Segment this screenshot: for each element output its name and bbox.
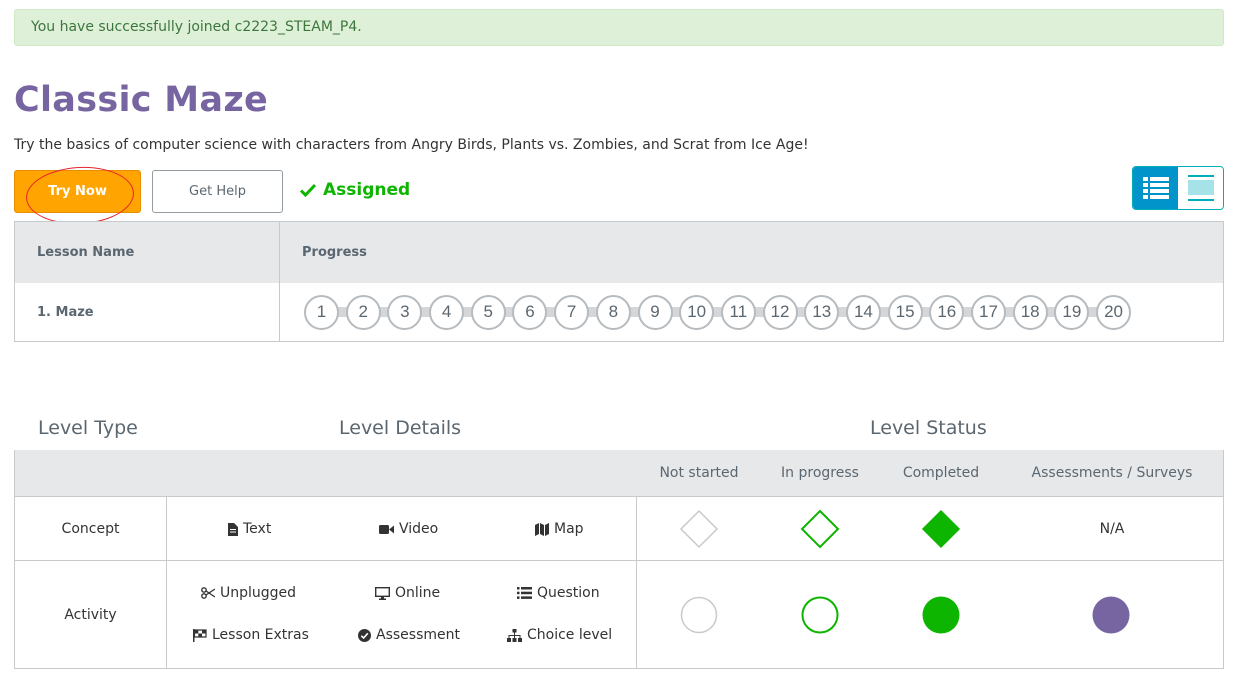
lesson-name-header: Lesson Name bbox=[15, 222, 280, 283]
progress-table-header: Lesson Name Progress bbox=[15, 222, 1223, 283]
completed-header: Completed bbox=[902, 465, 980, 481]
lesson-row: 1. Maze 1 2 3 4 5 6 7 8 9 10 11 12 13 14 15 16 17 18 19 20 bbox=[15, 283, 1223, 341]
in-progress-diamond bbox=[800, 509, 840, 549]
assessment-circle bbox=[1092, 596, 1130, 634]
assessment-item: Assessment bbox=[358, 627, 460, 643]
level-bubble[interactable]: 9 bbox=[637, 294, 673, 330]
unplugged-item: Unplugged bbox=[201, 585, 296, 601]
not-started-header: Not started bbox=[659, 465, 739, 481]
level-bubble[interactable]: 12 bbox=[762, 294, 798, 330]
level-bubble[interactable]: 7 bbox=[554, 294, 590, 330]
not-started-diamond bbox=[679, 509, 719, 549]
level-bubble[interactable]: 8 bbox=[595, 294, 631, 330]
assigned-label: Assigned bbox=[323, 180, 411, 200]
concept-assessment-na: N/A bbox=[1099, 520, 1125, 537]
assessments-header: Assessments / Surveys bbox=[1031, 465, 1193, 481]
completed-diamond bbox=[921, 509, 961, 549]
concept-row: Concept Text Video Map N/A bbox=[15, 496, 1223, 560]
level-bubble[interactable]: 5 bbox=[470, 294, 506, 330]
page-title: Classic Maze bbox=[14, 80, 269, 120]
question-item: Question bbox=[517, 585, 600, 601]
concept-label: Concept bbox=[61, 520, 120, 537]
key-table-header: Not started In progress Completed Assess… bbox=[15, 450, 1223, 496]
list-detail-icon bbox=[1142, 177, 1169, 199]
map-icon bbox=[535, 522, 549, 536]
level-bubble[interactable]: 4 bbox=[429, 294, 465, 330]
not-started-circle bbox=[680, 596, 718, 634]
success-alert: You have successfully joined c2223_STEAM… bbox=[14, 9, 1224, 46]
level-bubble[interactable]: 19 bbox=[1054, 294, 1090, 330]
try-now-button[interactable]: Try Now bbox=[14, 170, 141, 213]
level-bubble[interactable]: 13 bbox=[804, 294, 840, 330]
list-summary-icon bbox=[1187, 175, 1214, 201]
level-bubble[interactable]: 16 bbox=[929, 294, 965, 330]
level-bubble[interactable]: 17 bbox=[971, 294, 1006, 330]
in-progress-header: In progress bbox=[781, 465, 859, 481]
sitemap-icon bbox=[507, 628, 522, 642]
lesson-name[interactable]: 1. Maze bbox=[15, 283, 280, 341]
progress-header: Progress bbox=[302, 245, 367, 260]
monitor-icon bbox=[375, 586, 390, 600]
activity-label: Activity bbox=[64, 607, 117, 623]
completed-circle bbox=[922, 596, 960, 634]
level-bubble[interactable]: 18 bbox=[1012, 294, 1048, 330]
text-item: Text bbox=[228, 521, 271, 537]
view-toggle bbox=[1132, 166, 1224, 210]
level-bubble[interactable]: 3 bbox=[387, 294, 423, 330]
course-description: Try the basics of computer science with … bbox=[14, 137, 809, 153]
online-item: Online bbox=[375, 585, 440, 601]
level-bubble[interactable]: 10 bbox=[679, 294, 715, 330]
progress-table: Lesson Name Progress 1. Maze 1 2 3 4 5 6 7 8 9 10… bbox=[14, 221, 1224, 342]
in-progress-circle bbox=[801, 596, 839, 634]
document-icon bbox=[228, 522, 238, 536]
flag-icon bbox=[193, 628, 207, 642]
activity-row: Activity Unplugged Online Question Lesso… bbox=[15, 560, 1223, 669]
lesson-extras-item: Lesson Extras bbox=[193, 627, 309, 643]
checkmark-icon bbox=[300, 183, 316, 197]
detail-view-button[interactable] bbox=[1133, 167, 1178, 209]
scissors-icon bbox=[201, 587, 215, 599]
level-bubbles: 1 2 3 4 5 6 7 8 9 10 11 12 13 14 15 16 17 18 19 20 bbox=[280, 283, 1138, 341]
level-details-heading: Level Details bbox=[339, 417, 462, 439]
video-camera-icon bbox=[379, 524, 394, 534]
assigned-status: Assigned bbox=[300, 180, 410, 200]
get-help-button[interactable]: Get Help bbox=[152, 170, 283, 213]
level-key-table: Not started In progress Completed Assess… bbox=[14, 450, 1224, 669]
choice-level-item: Choice level bbox=[507, 627, 612, 643]
list-icon bbox=[517, 587, 532, 599]
summary-view-button[interactable] bbox=[1178, 167, 1223, 209]
level-type-heading: Level Type bbox=[38, 417, 138, 439]
video-item: Video bbox=[379, 521, 438, 537]
check-circle-icon bbox=[358, 628, 371, 642]
level-status-heading: Level Status bbox=[870, 417, 987, 439]
alert-text: You have successfully joined c2223_STEAM… bbox=[31, 19, 362, 35]
level-bubble[interactable]: 1 bbox=[304, 294, 339, 330]
level-bubble[interactable]: 20 bbox=[1096, 294, 1132, 330]
map-item: Map bbox=[535, 521, 584, 537]
level-bubble[interactable]: 15 bbox=[887, 294, 923, 330]
level-bubble[interactable]: 14 bbox=[845, 294, 881, 330]
level-bubble[interactable]: 6 bbox=[512, 294, 548, 330]
level-bubble[interactable]: 2 bbox=[345, 294, 381, 330]
level-bubble[interactable]: 11 bbox=[720, 294, 756, 330]
